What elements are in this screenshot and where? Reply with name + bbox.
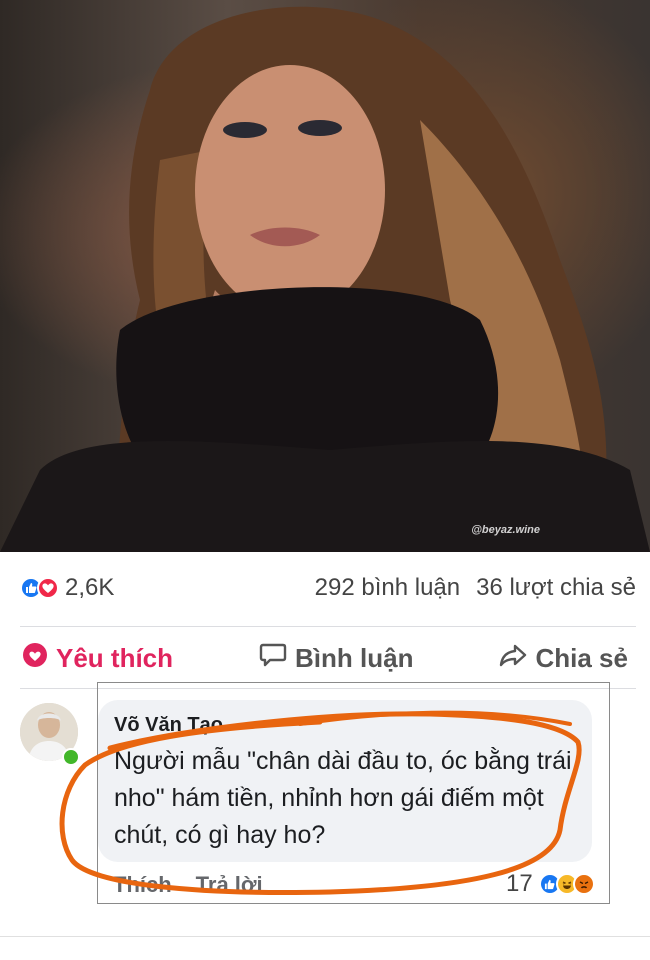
comment-reaction-count: 17 [506, 870, 533, 897]
love-reaction-icon [37, 577, 59, 599]
divider [0, 936, 650, 937]
comment-meta: Thích Trả lời [113, 872, 263, 898]
share-count[interactable]: 36 lượt chia sẻ [476, 574, 636, 602]
post-actions: Yêu thích Bình luận Chia sẻ [0, 630, 650, 686]
comment-reaction-summary[interactable]: 17 [506, 870, 595, 898]
comment-button-label: Bình luận [295, 642, 414, 673]
comment-like-link[interactable]: Thích [113, 872, 172, 898]
like-button[interactable]: Yêu thích [22, 642, 173, 675]
share-arrow-icon [499, 642, 527, 675]
heart-icon [22, 642, 48, 675]
reaction-count: 2,6K [65, 574, 115, 601]
comment-text: Người mẫu "chân dài đầu to, óc bằng trái… [114, 747, 572, 849]
share-button[interactable]: Chia sẻ [499, 642, 628, 675]
reaction-summary[interactable]: 2,6K [20, 574, 114, 602]
like-button-label: Yêu thích [56, 642, 174, 673]
divider [20, 626, 636, 627]
comment-button[interactable]: Bình luận [259, 642, 413, 675]
portrait-illustration [0, 6, 650, 552]
post-stats: 2,6K 292 bình luận 36 lượt chia sẻ [0, 552, 650, 624]
post-photo[interactable]: @beyaz.wine [0, 0, 650, 552]
photo-watermark: @beyaz.wine [471, 524, 540, 536]
speech-bubble-icon [259, 642, 287, 675]
share-button-label: Chia sẻ [535, 642, 628, 673]
comment-count[interactable]: 292 bình luận [315, 574, 460, 602]
comment-author[interactable]: Võ Văn Tạo [114, 714, 576, 737]
comment-bubble[interactable]: Võ Văn Tạo Người mẫu "chân dài đầu to, ó… [98, 700, 592, 862]
comment-reply-link[interactable]: Trả lời [196, 872, 263, 898]
angry-reaction-icon [572, 873, 595, 895]
online-status-dot [62, 748, 80, 766]
